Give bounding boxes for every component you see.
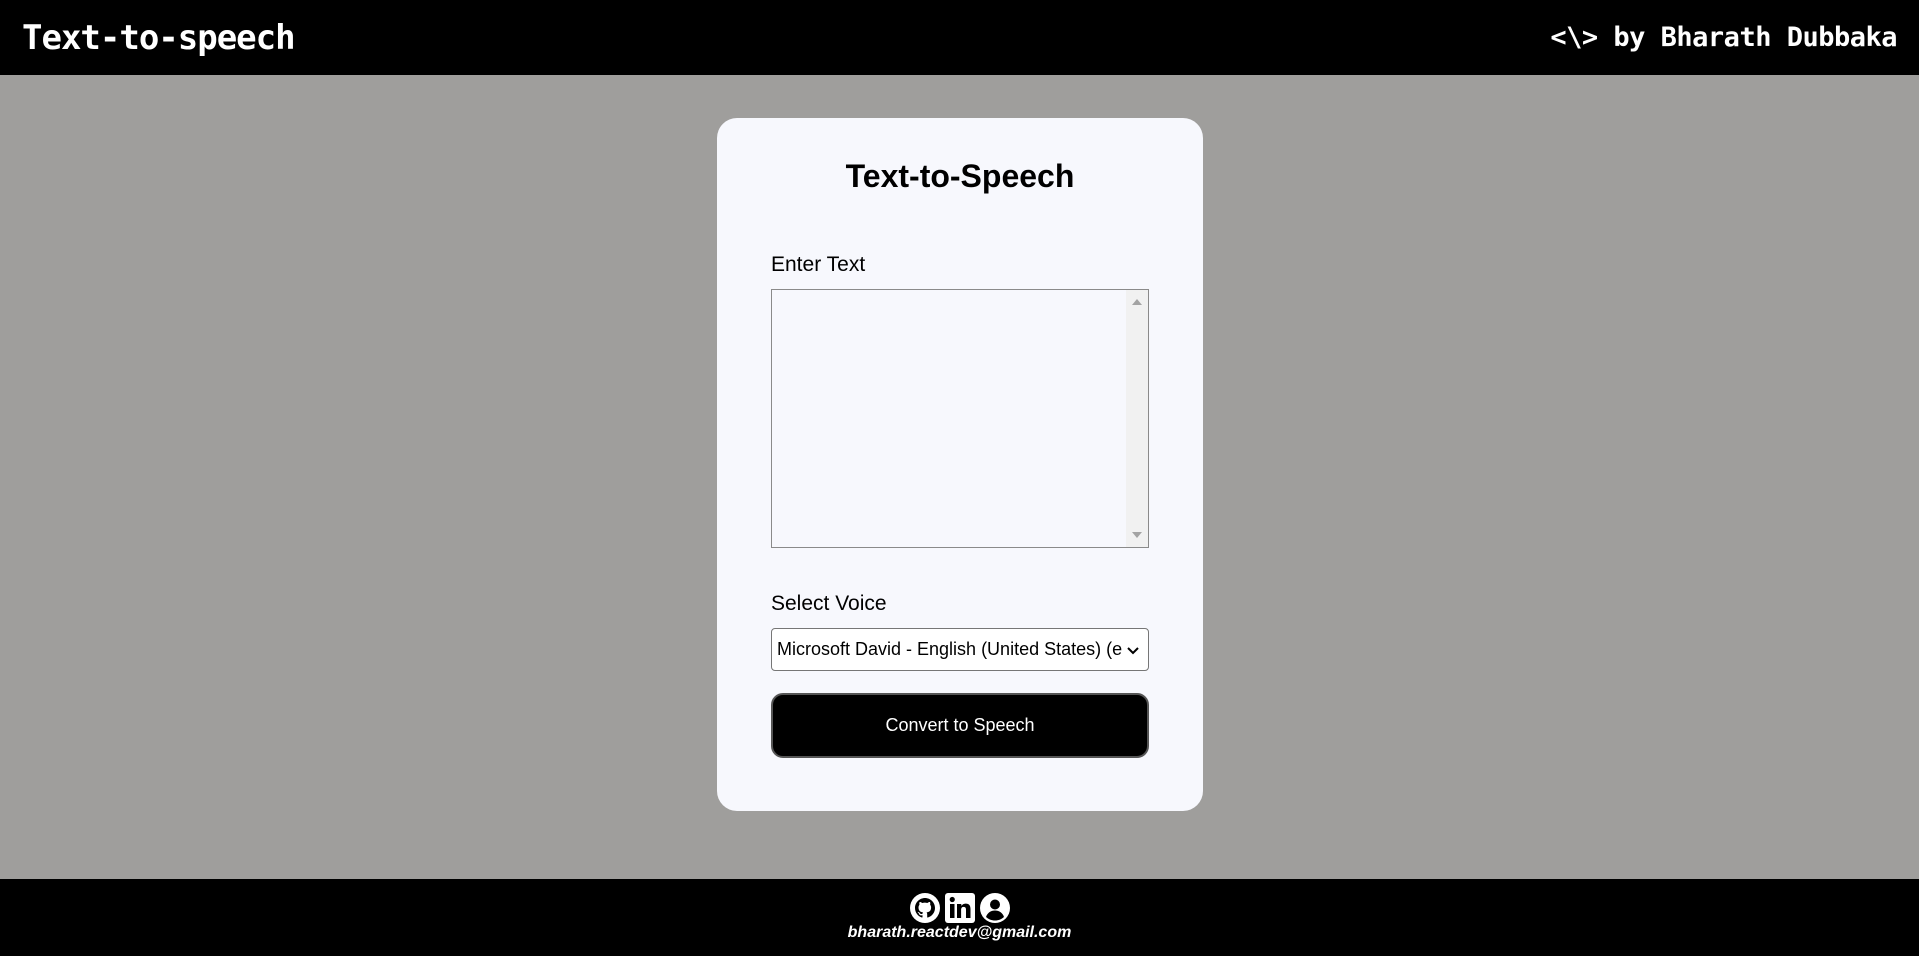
text-input-box — [771, 289, 1149, 548]
social-links — [909, 892, 1011, 924]
scroll-down-arrow-icon[interactable] — [1132, 532, 1142, 538]
scroll-up-arrow-icon[interactable] — [1132, 299, 1142, 305]
app-title: Text-to-speech — [22, 17, 296, 58]
textarea-scrollbar[interactable] — [1126, 290, 1148, 547]
text-input[interactable] — [772, 290, 1127, 547]
linkedin-icon[interactable] — [944, 892, 976, 924]
profile-icon[interactable] — [979, 892, 1011, 924]
tts-card: Text-to-Speech Enter Text Select Voice M… — [717, 118, 1203, 811]
convert-to-speech-button[interactable]: Convert to Speech — [771, 693, 1149, 758]
author-credit: <\> by Bharath Dubbaka — [1550, 22, 1897, 53]
chevron-down-icon — [1127, 647, 1139, 655]
voice-select[interactable]: Microsoft David - English (United States… — [771, 628, 1149, 671]
enter-text-label: Enter Text — [771, 253, 866, 276]
select-voice-label: Select Voice — [771, 592, 887, 615]
card-title: Text-to-Speech — [845, 158, 1075, 194]
top-bar: Text-to-speech <\> by Bharath Dubbaka — [0, 0, 1919, 75]
footer: bharath.reactdev@gmail.com — [0, 879, 1919, 956]
voice-select-value: Microsoft David - English (United States… — [777, 639, 1122, 659]
contact-email[interactable]: bharath.reactdev@gmail.com — [0, 924, 1919, 942]
github-icon[interactable] — [909, 892, 941, 924]
